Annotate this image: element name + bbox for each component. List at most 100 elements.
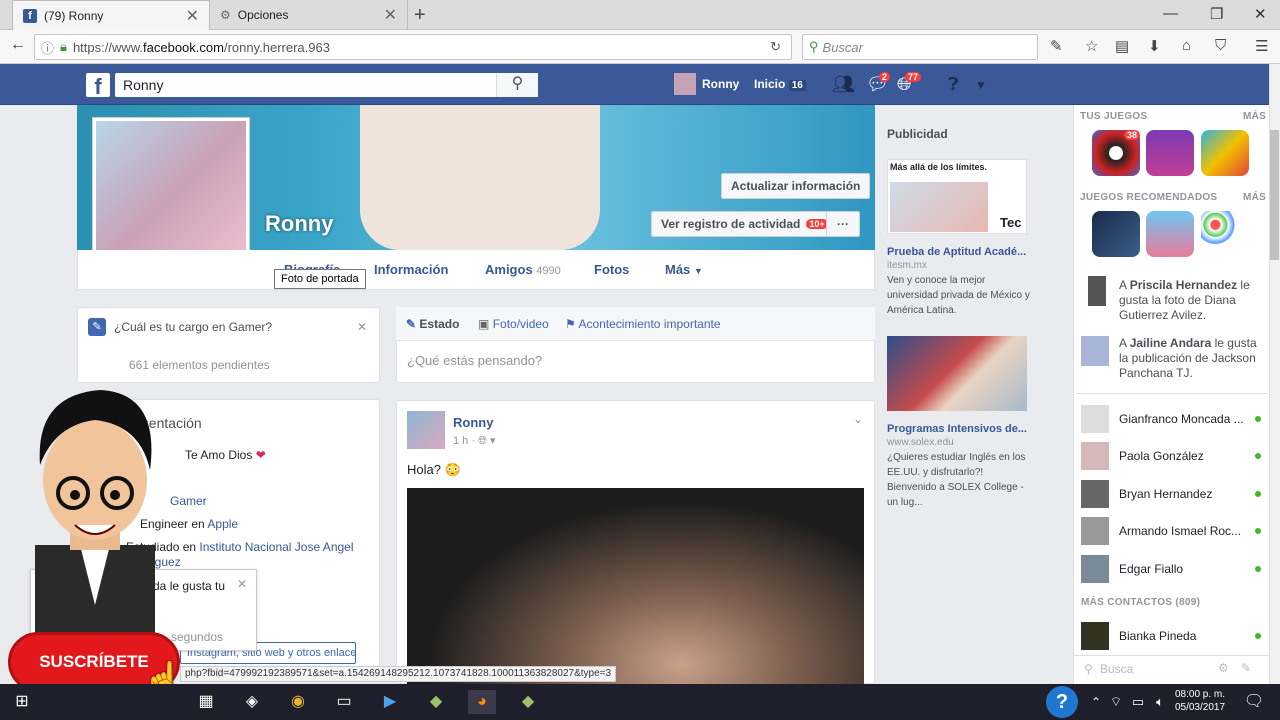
ad1-image[interactable]: Más allá de los límites. Tec [887,159,1027,234]
flag-icon: ⚑ [565,317,576,331]
profile-name[interactable]: Ronny [265,211,333,237]
tab-friends[interactable]: Amigos 4990 [485,262,561,277]
more-options-button[interactable]: ··· [826,211,860,237]
activity-name: Priscila Hernandez [1129,278,1238,292]
tab-facebook[interactable]: f (79) Ronny ✕ [12,0,210,30]
volume-icon[interactable]: 🔈︎ [1146,690,1174,714]
contact-item[interactable]: Armando Ismael Roc... [1081,514,1261,548]
app-icon[interactable]: ◆ [514,690,542,714]
agario-game-icon[interactable] [1201,211,1249,257]
firefox-icon[interactable]: ◕ [468,690,496,714]
ad2-domain[interactable]: www.solex.edu [887,437,954,448]
avatar[interactable] [674,73,696,95]
windows-start-icon[interactable]: ⊞ [8,690,36,714]
ad2-image[interactable] [887,336,1027,411]
compose-icon[interactable]: ✎ [1241,661,1251,675]
new-tab-button[interactable]: + [414,4,426,27]
home-link[interactable]: Inicio 16 [754,77,806,91]
home-label: Inicio [754,77,786,91]
contact-item[interactable]: Bryan Hernandez [1081,477,1261,511]
notifications-center-icon[interactable]: 🗨︎ [1240,690,1268,714]
minimize-icon[interactable]: — [1163,5,1178,22]
gin-rummy-game-icon[interactable] [1146,130,1194,176]
url-bar[interactable]: ⓘ 🔒︎ https://www.facebook.com/ronny.herr… [34,34,792,60]
help-icon[interactable]: ❓︎ [948,74,959,95]
extension-icon[interactable]: ✎ [1050,37,1063,55]
contact-item[interactable]: Paola González [1081,439,1261,473]
pocket-icon[interactable]: ⛉ [1215,37,1226,54]
clock-date: 05/03/2017 [1174,702,1226,713]
tab-status[interactable]: ✎ Estado [406,317,459,331]
games-more-link[interactable]: MÁS [1243,111,1266,122]
post-photo[interactable] [407,488,864,684]
back-icon[interactable]: ← [10,36,26,54]
app-icon[interactable]: ◆ [422,690,450,714]
bookmark-star-icon[interactable]: ☆ [1085,37,1098,55]
contact-item[interactable]: Gianfranco Moncada ... [1081,402,1261,436]
tab-information[interactable]: Información [374,262,448,277]
tab-opciones[interactable]: ⚙ Opciones ✕ [210,0,408,30]
close-tab-icon[interactable]: ✕ [186,6,199,26]
contact-name: Edgar Fiallo [1119,562,1184,576]
gear-icon[interactable]: ⚙ [1218,661,1229,675]
activity-badge: 10+ [806,219,828,229]
friend-requests-icon[interactable]: 👥︎ [832,74,855,95]
chrome-icon[interactable]: ◉ [284,690,312,714]
menu-icon[interactable]: ☰ [1255,37,1268,55]
close-icon[interactable]: ✕ [237,577,247,591]
post-meta[interactable]: 1 h · 🌐︎ ▾ [453,434,495,448]
chevron-down-icon: ▼ [693,266,703,276]
home-icon[interactable]: ⌂ [1182,37,1191,54]
tab-life-event[interactable]: ⚑ Acontecimiento importante [565,317,721,331]
close-window-icon[interactable]: ✕ [1254,5,1267,23]
post-author[interactable]: Ronny [453,415,493,430]
restore-icon[interactable]: ❐ [1210,5,1223,23]
reading-list-icon[interactable]: ▤ [1115,37,1129,55]
contact-item[interactable]: Edgar Fiallo [1081,552,1261,586]
facebook-search-input[interactable]: Ronny [115,73,538,97]
composer-input[interactable]: ¿Qué estás pensando? [407,353,542,368]
close-icon[interactable]: ✕ [357,320,367,334]
trivia-game-icon[interactable] [1201,130,1249,176]
activity-item[interactable]: A Priscila Hernandez le gusta la foto de… [1119,278,1264,323]
tab-photos[interactable]: Fotos [594,262,629,277]
help-icon[interactable]: ? [1046,686,1078,718]
ad2-title[interactable]: Programas Intensivos de... [887,423,1027,435]
avatar[interactable] [407,411,445,449]
vikings-game-icon[interactable] [1092,211,1140,257]
recommended-more-link[interactable]: MÁS [1243,192,1266,203]
job-prompt-text[interactable]: ¿Cuál es tu cargo en Gamer? [114,320,272,334]
post-options-icon[interactable]: ⌄ [853,412,863,426]
clock[interactable]: 08:00 p. m. 05/03/2017 [1172,688,1228,714]
search-button[interactable]: ⚲ [496,73,538,97]
facebook-logo-icon[interactable]: f [86,73,110,99]
ad2-desc: ¿Quieres estudiar Inglés en los EE.UU. y… [887,452,1026,508]
tab-more[interactable]: Más ▼ [665,262,703,277]
close-tab-icon[interactable]: ✕ [384,5,397,25]
event-label: Acontecimiento importante [578,317,721,331]
contact-item[interactable]: Bianka Pineda [1081,619,1261,653]
tab-photo-video[interactable]: ▣ Foto/video [478,317,549,331]
apple-link[interactable]: Apple [207,517,238,531]
ad1-title[interactable]: Prueba de Aptitud Acadé... [887,246,1026,258]
search-placeholder: Buscar [822,39,863,55]
pending-items[interactable]: 661 elementos pendientes [129,358,270,372]
update-info-button[interactable]: Actualizar información [721,173,871,199]
account-menu-icon[interactable]: ▼ [975,78,987,92]
store-icon[interactable]: ▦ [192,690,220,714]
activity-log-label: Ver registro de actividad [661,217,801,231]
media-player-icon[interactable]: ▶ [376,690,404,714]
reload-icon[interactable]: ↻ [770,39,781,55]
contact-name: Bryan Hernandez [1119,487,1213,501]
scrollbar-thumb[interactable] [1270,130,1279,260]
ad1-domain[interactable]: itesm.mx [887,260,927,271]
activity-item[interactable]: A Jailine Andara le gusta la publicación… [1119,336,1264,381]
happy-wheels-game-icon[interactable] [1146,211,1194,257]
3d-box-icon[interactable]: ◈ [238,690,266,714]
download-icon[interactable]: ⬇ [1148,37,1161,55]
browser-search-input[interactable]: ⚲ Buscar [802,34,1038,60]
activity-log-button[interactable]: Ver registro de actividad 10+ [651,211,838,237]
chat-search-input[interactable]: Busca [1100,662,1133,676]
header-user-link[interactable]: Ronny [702,77,739,91]
terminal-icon[interactable]: ▭ [330,690,358,714]
